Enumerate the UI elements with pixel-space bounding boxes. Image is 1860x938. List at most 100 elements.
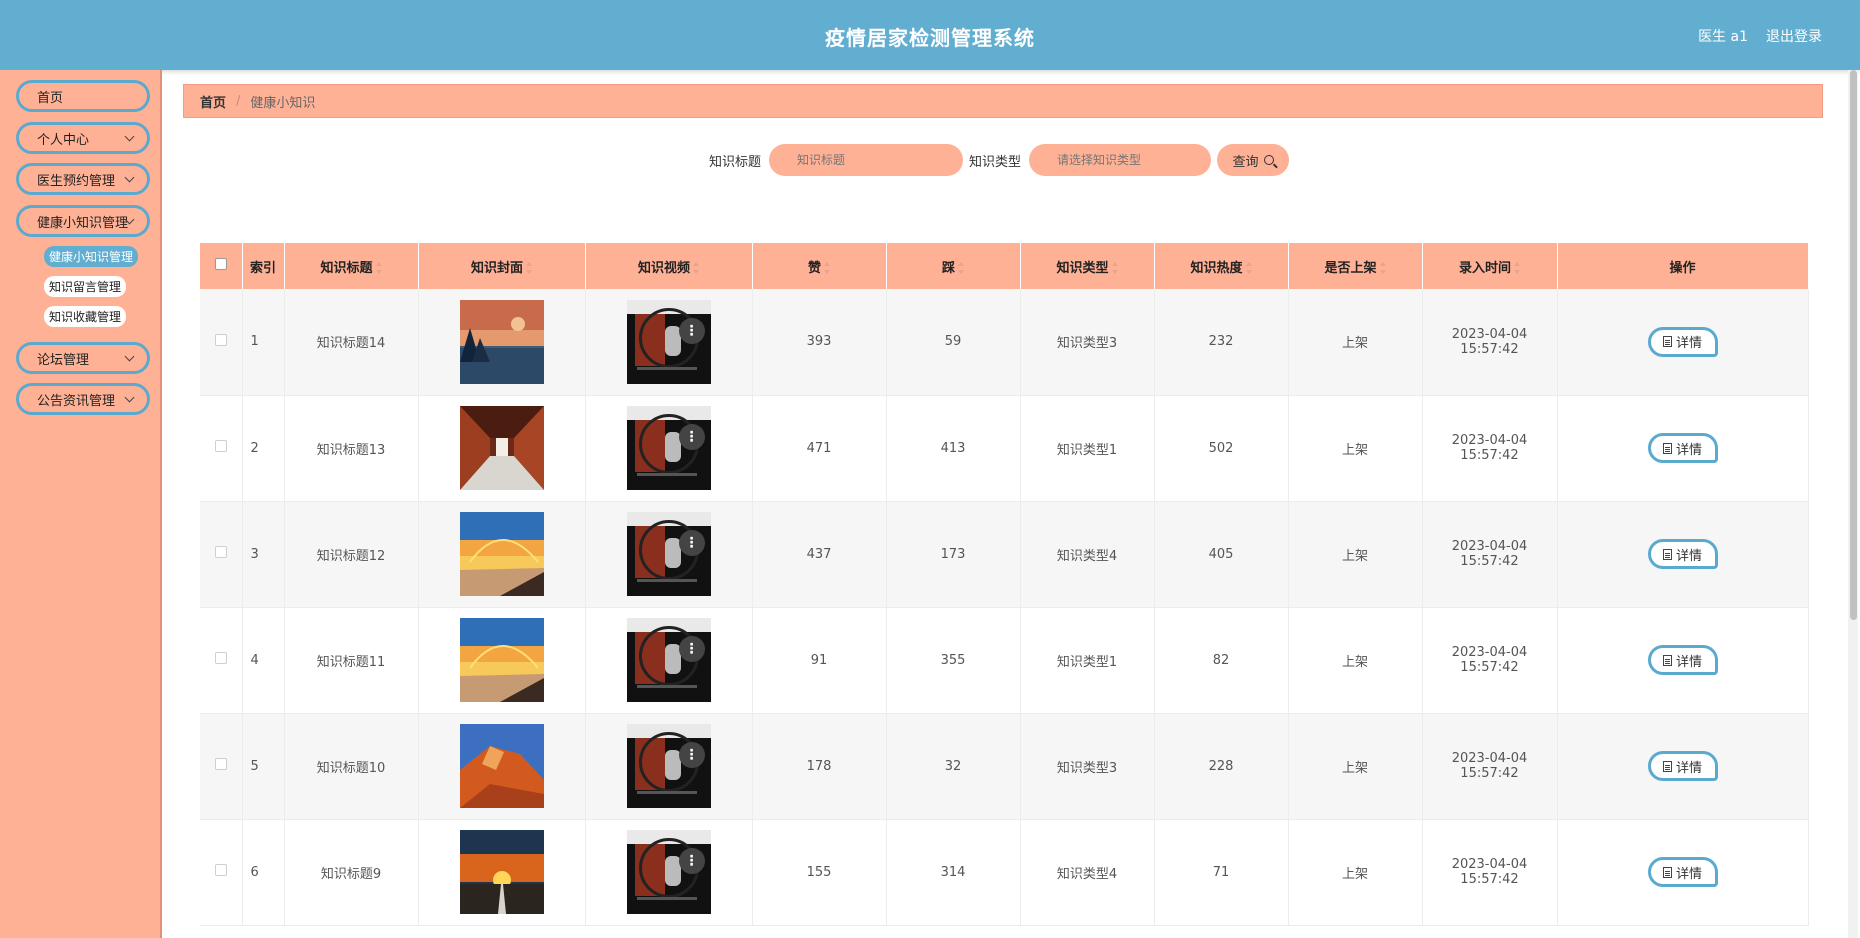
- video-cell: ⋮: [585, 713, 753, 820]
- table-header-row: 索引 知识标题 知识封面 知识视频 赞 踩 知识类型 知识热度 是否上架 录入时…: [200, 243, 1809, 289]
- breadcrumb-home[interactable]: 首页: [200, 92, 226, 111]
- row-select-cell: [200, 289, 243, 396]
- header-label: 知识类型: [1056, 260, 1109, 276]
- column-header[interactable]: 知识封面: [418, 243, 586, 289]
- column-header[interactable]: 知识标题: [284, 243, 419, 289]
- row-select-cell: [200, 819, 243, 926]
- status-cell: 上架: [1288, 713, 1423, 820]
- sidebar-item-label: 个人中心: [37, 132, 90, 148]
- video-progress-bar: [636, 897, 697, 900]
- chevron-down-icon: [124, 392, 135, 403]
- video-progress-bar: [636, 579, 697, 582]
- sort-icon[interactable]: [375, 262, 382, 274]
- heat-cell: 82: [1154, 607, 1289, 714]
- index-cell: 6: [242, 819, 285, 926]
- sidebar-item-home[interactable]: 首页: [16, 80, 150, 112]
- logout-link[interactable]: 退出登录: [1766, 26, 1822, 46]
- sidebar-item-appointment[interactable]: 医生预约管理: [16, 163, 150, 195]
- time-cell: 2023-04-04 15:57:42: [1422, 607, 1558, 714]
- more-options-icon[interactable]: ⋮: [678, 317, 705, 344]
- column-header[interactable]: 知识热度: [1154, 243, 1289, 289]
- video-cell: ⋮: [585, 289, 753, 396]
- likes-cell: 178: [752, 713, 887, 820]
- cover-image-corridor: [459, 406, 544, 490]
- row-checkbox[interactable]: [214, 652, 227, 664]
- submenu-knowledge-manage[interactable]: 健康小知识管理: [44, 246, 139, 267]
- video-thumbnail[interactable]: ⋮: [626, 512, 711, 596]
- sidebar-item-health-knowledge[interactable]: 健康小知识管理: [16, 205, 150, 237]
- detail-button-label: 详情: [1675, 654, 1702, 670]
- header-label: 知识视频: [637, 260, 690, 276]
- likes-cell: 393: [752, 289, 887, 396]
- document-icon: [1662, 442, 1672, 454]
- video-thumbnail[interactable]: ⋮: [626, 406, 711, 490]
- sidebar-item-personal-center[interactable]: 个人中心: [16, 122, 150, 154]
- column-header[interactable]: 踩: [886, 243, 1021, 289]
- likes-cell: 155: [752, 819, 887, 926]
- more-options-icon[interactable]: ⋮: [678, 636, 705, 662]
- column-header[interactable]: 录入时间: [1422, 243, 1558, 289]
- row-checkbox[interactable]: [214, 546, 227, 558]
- sort-icon[interactable]: [1514, 262, 1520, 274]
- chevron-down-icon: [124, 351, 135, 362]
- title-search-input[interactable]: [769, 144, 964, 176]
- knowledge-table: 索引 知识标题 知识封面 知识视频 赞 踩 知识类型 知识热度 是否上架 录入时…: [200, 243, 1809, 926]
- sort-icon[interactable]: [1379, 262, 1386, 274]
- page-scrollbar[interactable]: [1848, 70, 1858, 938]
- cover-cell: [418, 395, 586, 502]
- column-header[interactable]: 知识类型: [1020, 243, 1155, 289]
- detail-button[interactable]: 详情: [1647, 433, 1718, 463]
- video-thumbnail[interactable]: ⋮: [626, 618, 711, 702]
- detail-button[interactable]: 详情: [1647, 751, 1718, 781]
- video-thumbnail[interactable]: ⋮: [626, 299, 711, 384]
- video-cell: ⋮: [585, 819, 753, 926]
- more-options-icon[interactable]: ⋮: [678, 848, 705, 874]
- sidebar-item-forum[interactable]: 论坛管理: [16, 342, 150, 374]
- row-checkbox[interactable]: [214, 440, 227, 452]
- detail-button[interactable]: 详情: [1647, 857, 1718, 887]
- sort-icon[interactable]: [824, 262, 830, 274]
- more-options-icon[interactable]: ⋮: [678, 530, 705, 556]
- dislikes-cell: 59: [886, 289, 1021, 396]
- heat-cell: 228: [1154, 713, 1289, 820]
- row-checkbox[interactable]: [214, 333, 227, 346]
- search-button[interactable]: 查询: [1217, 144, 1289, 176]
- submenu-knowledge-comments[interactable]: 知识留言管理: [44, 276, 127, 297]
- sort-icon[interactable]: [693, 262, 699, 274]
- row-checkbox[interactable]: [214, 864, 227, 876]
- more-options-icon[interactable]: ⋮: [678, 424, 705, 450]
- detail-button[interactable]: 详情: [1647, 539, 1718, 569]
- action-cell: 详情: [1557, 289, 1809, 396]
- video-progress-bar: [636, 791, 697, 794]
- more-options-icon[interactable]: ⋮: [678, 742, 705, 768]
- video-thumbnail[interactable]: ⋮: [626, 724, 711, 808]
- top-header: 疫情居家检测管理系统 医生 a1 退出登录: [0, 0, 1860, 70]
- detail-button[interactable]: 详情: [1647, 326, 1718, 357]
- video-cell: ⋮: [585, 607, 753, 714]
- breadcrumb-separator: /: [236, 93, 241, 109]
- breadcrumb-current: 健康小知识: [250, 95, 316, 111]
- sort-icon[interactable]: [1111, 262, 1118, 274]
- type-search-label: 知识类型: [969, 154, 1022, 170]
- header-label: 操作: [1669, 260, 1696, 276]
- column-header: 操作: [1557, 243, 1809, 289]
- scrollbar-thumb[interactable]: [1850, 70, 1857, 620]
- column-header[interactable]: 赞: [752, 243, 887, 289]
- table-row: 3 知识标题12 ⋮ 437 173 知识类型4 405 上架 2023-04-04 15:57…: [200, 501, 1809, 608]
- sort-icon[interactable]: [958, 262, 964, 274]
- sidebar-item-announcements[interactable]: 公告资讯管理: [16, 383, 150, 415]
- detail-button[interactable]: 详情: [1647, 645, 1718, 675]
- video-progress-bar: [636, 473, 697, 476]
- detail-button-label: 详情: [1675, 866, 1702, 882]
- sort-icon[interactable]: [526, 262, 532, 274]
- heat-cell: 71: [1154, 819, 1289, 926]
- row-checkbox[interactable]: [214, 758, 227, 770]
- sort-icon[interactable]: [1245, 262, 1252, 274]
- column-header[interactable]: 是否上架: [1288, 243, 1423, 289]
- video-thumbnail[interactable]: ⋮: [626, 830, 711, 914]
- title-search-label: 知识标题: [709, 154, 762, 170]
- select-all-checkbox[interactable]: [214, 258, 227, 270]
- type-select[interactable]: [1029, 144, 1212, 176]
- submenu-knowledge-favorites[interactable]: 知识收藏管理: [44, 306, 127, 327]
- column-header[interactable]: 知识视频: [585, 243, 753, 289]
